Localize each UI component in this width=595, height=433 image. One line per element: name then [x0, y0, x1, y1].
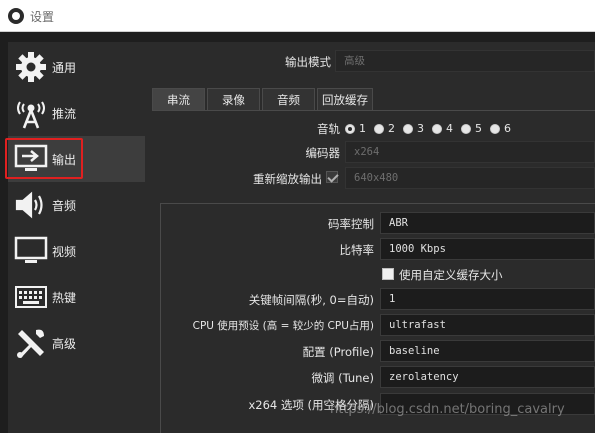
custom-buffer-checkbox[interactable] — [382, 268, 394, 280]
keyboard-icon — [12, 278, 50, 316]
bitrate-spinbox[interactable]: 1000 Kbps — [380, 238, 595, 260]
sidebar-item-hotkeys[interactable]: 热键 — [8, 274, 145, 320]
track-radio-4[interactable]: 4 — [432, 122, 453, 135]
tune-select[interactable]: zerolatency — [380, 366, 595, 388]
settings-sidebar: 通用 推流 输出 音频 视频 热键 高级 — [8, 42, 145, 433]
tab-audio[interactable]: 音频 — [262, 88, 315, 110]
output-tabs: 串流 录像 音频 回放缓存 — [152, 88, 375, 110]
encoder-label: 编码器 — [305, 146, 341, 160]
sidebar-item-label: 视频 — [52, 244, 77, 259]
profile-label: 配置 (Profile) — [302, 345, 374, 359]
obs-logo-icon — [8, 8, 24, 24]
radio-icon — [403, 123, 413, 134]
custom-buffer-label: 使用自定义缓存大小 — [399, 268, 503, 282]
sidebar-item-audio[interactable]: 音频 — [8, 182, 145, 228]
track-radio-2[interactable]: 2 — [374, 122, 395, 135]
watermark-text: https://blog.csdn.net/boring_cavalry — [330, 402, 565, 417]
bitrate-label: 比特率 — [339, 243, 375, 257]
sidebar-item-general[interactable]: 通用 — [8, 44, 145, 90]
cpu-preset-label: CPU 使用预设 (高 = 较少的 CPU占用) — [192, 320, 374, 332]
highlight-box — [5, 138, 83, 179]
radio-icon — [461, 123, 471, 134]
rate-control-select[interactable]: ABR — [380, 212, 595, 234]
monitor-icon — [12, 232, 50, 270]
window-title: 设置 — [30, 10, 55, 24]
tab-recording[interactable]: 录像 — [207, 88, 260, 110]
sidebar-item-stream[interactable]: 推流 — [8, 90, 145, 136]
sidebar-item-label: 音频 — [52, 198, 77, 213]
track-radio-6[interactable]: 6 — [490, 122, 511, 135]
output-settings-panel: 输出模式 高级 串流 录像 音频 回放缓存 音轨 1 2 3 4 5 6 编码器… — [145, 42, 595, 433]
rescale-output-label: 重新缩放输出 — [253, 172, 322, 186]
output-mode-label: 输出模式 — [285, 55, 331, 69]
audio-track-radios: 1 2 3 4 5 6 — [345, 122, 519, 135]
radio-checked-icon — [345, 123, 355, 134]
keyframe-interval-spinbox[interactable]: 1 — [380, 288, 595, 310]
rescale-resolution-select[interactable]: 640x480 — [345, 167, 595, 189]
sidebar-item-label: 热键 — [52, 290, 77, 305]
tune-label: 微调 (Tune) — [311, 371, 374, 385]
track-radio-3[interactable]: 3 — [403, 122, 424, 135]
cpu-preset-select[interactable]: ultrafast — [380, 314, 595, 336]
keyframe-interval-label: 关键帧间隔(秒, 0=自动) — [248, 293, 374, 307]
tab-divider — [152, 110, 595, 111]
output-mode-select[interactable]: 高级 — [335, 50, 595, 72]
tab-streaming[interactable]: 串流 — [152, 88, 205, 110]
rate-control-label: 码率控制 — [328, 217, 374, 231]
radio-icon — [490, 123, 500, 134]
profile-select[interactable]: baseline — [380, 340, 595, 362]
gear-icon — [12, 48, 50, 86]
speaker-icon — [12, 186, 50, 224]
tools-icon — [12, 324, 50, 362]
radio-icon — [374, 123, 384, 134]
tab-replay-buffer[interactable]: 回放缓存 — [317, 88, 373, 110]
antenna-icon — [12, 94, 50, 132]
sidebar-item-label: 高级 — [52, 336, 77, 351]
sidebar-item-advanced[interactable]: 高级 — [8, 320, 145, 366]
sidebar-item-label: 通用 — [52, 60, 77, 75]
title-bar: 设置 — [0, 0, 595, 32]
track-radio-5[interactable]: 5 — [461, 122, 482, 135]
radio-icon — [432, 123, 442, 134]
sidebar-item-label: 推流 — [52, 106, 77, 121]
encoder-select[interactable]: x264 — [345, 141, 595, 163]
sidebar-item-video[interactable]: 视频 — [8, 228, 145, 274]
audio-track-label: 音轨 — [317, 122, 340, 136]
track-radio-1[interactable]: 1 — [345, 122, 366, 135]
rescale-output-checkbox[interactable] — [326, 171, 338, 183]
